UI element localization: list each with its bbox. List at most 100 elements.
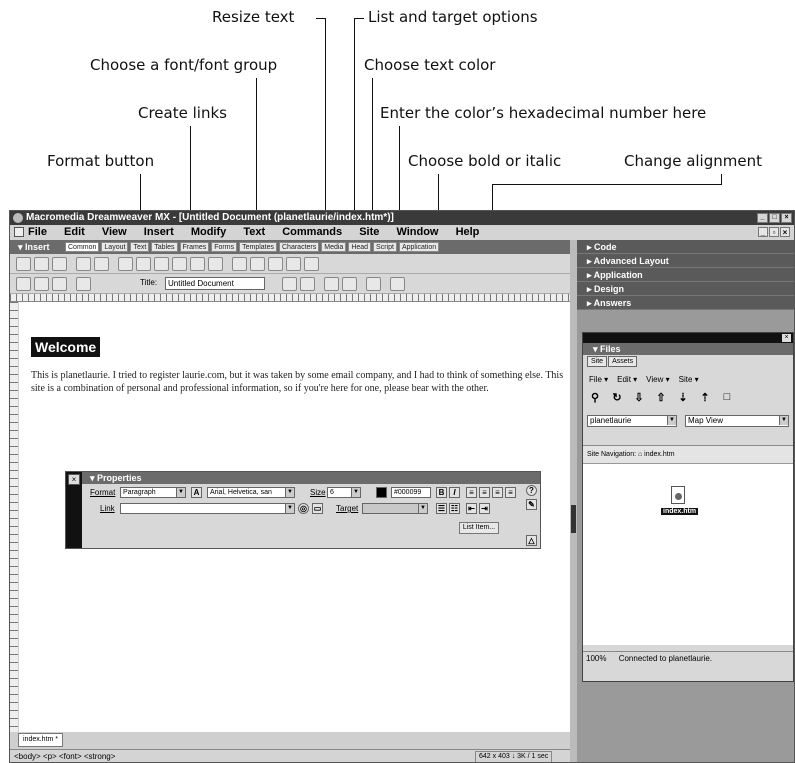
image-placeholder-icon[interactable]: [136, 257, 151, 271]
files-title[interactable]: ▾ Files: [583, 343, 793, 355]
panel-splitter[interactable]: [570, 240, 577, 762]
document-title-input[interactable]: Untitled Document: [165, 277, 265, 290]
menu-commands[interactable]: Commands: [282, 226, 342, 238]
rollover-icon[interactable]: [190, 257, 205, 271]
code-navigation-icon[interactable]: [366, 277, 381, 291]
panel-group-answers[interactable]: ▸ Answers: [577, 296, 794, 310]
properties-title[interactable]: ▾ Properties: [82, 472, 540, 484]
refresh-icon[interactable]: [324, 277, 339, 291]
menu-view[interactable]: View: [102, 226, 127, 238]
tab-frames[interactable]: Frames: [179, 242, 210, 252]
menu-help[interactable]: Help: [456, 226, 480, 238]
comment-icon[interactable]: [286, 257, 301, 271]
welcome-heading[interactable]: Welcome: [31, 337, 101, 357]
tab-site[interactable]: Site: [587, 356, 608, 367]
files-menu-edit[interactable]: Edit ▾: [617, 375, 637, 384]
design-view-icon[interactable]: [52, 277, 67, 291]
tab-assets[interactable]: Assets: [608, 356, 638, 367]
font-select[interactable]: Arial, Helvetica, san ▼: [207, 487, 295, 498]
check-in-icon[interactable]: ⇡: [699, 391, 711, 404]
put-file-icon[interactable]: ⇧: [655, 391, 667, 404]
target-select[interactable]: ▼: [362, 503, 428, 514]
image-icon[interactable]: [118, 257, 133, 271]
css-styles-icon[interactable]: A: [191, 487, 202, 498]
tag-selector[interactable]: <body> <p> <font> <strong>: [14, 752, 115, 761]
tab-tables[interactable]: Tables: [151, 242, 178, 252]
tab-templates[interactable]: Templates: [239, 242, 277, 252]
tab-text[interactable]: Text: [130, 242, 150, 252]
tab-characters[interactable]: Characters: [279, 242, 320, 252]
get-file-icon[interactable]: ⇩: [633, 391, 645, 404]
connect-icon[interactable]: ⚲: [589, 391, 601, 404]
site-navigation-file[interactable]: index.htm: [644, 451, 674, 458]
close-icon[interactable]: ×: [68, 474, 80, 485]
maximize-button[interactable]: □: [769, 213, 780, 223]
quick-tag-editor-icon[interactable]: ✎: [526, 499, 537, 510]
doc-close-button[interactable]: ×: [780, 227, 790, 237]
check-out-icon[interactable]: ⇣: [677, 391, 689, 404]
close-button[interactable]: ×: [781, 213, 792, 223]
window-size-indicator[interactable]: 642 x 403 ↓ 3K / 1 sec: [475, 751, 553, 762]
panel-group-application[interactable]: ▸ Application: [577, 268, 794, 282]
unordered-list-icon[interactable]: ☰: [436, 503, 447, 514]
table-icon[interactable]: [76, 257, 91, 271]
template-icon[interactable]: [304, 257, 319, 271]
file-management-icon[interactable]: [282, 277, 297, 291]
expand-icon[interactable]: □: [721, 391, 733, 404]
split-view-icon[interactable]: [34, 277, 49, 291]
text-outdent-icon[interactable]: ⇤: [466, 503, 477, 514]
link-input[interactable]: ▼: [120, 503, 295, 514]
help-icon[interactable]: ?: [526, 485, 537, 496]
tabular-data-icon[interactable]: [268, 257, 283, 271]
list-item-button[interactable]: List Item...: [459, 522, 499, 534]
text-indent-icon[interactable]: ⇥: [479, 503, 490, 514]
collapse-arrow-icon[interactable]: [571, 505, 576, 533]
html-file-icon[interactable]: [671, 486, 685, 504]
flash-icon[interactable]: [172, 257, 187, 271]
menu-edit[interactable]: Edit: [64, 226, 85, 238]
expand-arrow-icon[interactable]: △: [526, 535, 537, 546]
format-select[interactable]: Paragraph ▼: [120, 487, 186, 498]
fireworks-icon[interactable]: [154, 257, 169, 271]
tab-common[interactable]: Common: [65, 242, 100, 252]
document-tab[interactable]: index.htm *: [18, 733, 64, 747]
tab-script[interactable]: Script: [373, 242, 397, 252]
menu-site[interactable]: Site: [359, 226, 379, 238]
preview-icon[interactable]: [300, 277, 315, 291]
tab-application[interactable]: Application: [398, 242, 440, 252]
point-to-file-icon[interactable]: ◎: [298, 503, 309, 514]
italic-button[interactable]: I: [449, 487, 460, 498]
bold-button[interactable]: B: [436, 487, 447, 498]
align-justify-icon[interactable]: ≡: [505, 487, 516, 498]
tab-media[interactable]: Media: [321, 242, 347, 252]
close-icon[interactable]: ×: [782, 334, 791, 342]
layer-icon[interactable]: [94, 257, 109, 271]
menu-modify[interactable]: Modify: [191, 226, 226, 238]
doc-minimize-button[interactable]: _: [758, 227, 768, 237]
files-menu-file[interactable]: File ▾: [589, 375, 608, 384]
text-color-swatch[interactable]: [376, 487, 387, 498]
site-select[interactable]: planetlaurie ▼: [587, 415, 677, 427]
align-left-icon[interactable]: ≡: [466, 487, 477, 498]
menu-insert[interactable]: Insert: [144, 226, 174, 238]
menu-window[interactable]: Window: [396, 226, 438, 238]
tab-layout[interactable]: Layout: [101, 242, 129, 252]
date-icon[interactable]: [250, 257, 265, 271]
view-options-icon[interactable]: [390, 277, 405, 291]
panel-group-advanced-layout[interactable]: ▸ Advanced Layout: [577, 254, 794, 268]
live-data-icon[interactable]: [76, 277, 91, 291]
ordered-list-icon[interactable]: ☷: [449, 503, 460, 514]
body-paragraph[interactable]: This is planetlaurie. I tried to registe…: [31, 369, 566, 395]
reference-icon[interactable]: [342, 277, 357, 291]
menu-text[interactable]: Text: [243, 226, 265, 238]
align-right-icon[interactable]: ≡: [492, 487, 503, 498]
email-link-icon[interactable]: [34, 257, 49, 271]
refresh-icon[interactable]: ↻: [611, 391, 623, 404]
code-view-icon[interactable]: [16, 277, 31, 291]
tab-forms[interactable]: Forms: [211, 242, 238, 252]
align-center-icon[interactable]: ≡: [479, 487, 490, 498]
doc-restore-button[interactable]: ▫: [769, 227, 779, 237]
navbar-icon[interactable]: [208, 257, 223, 271]
folder-icon[interactable]: ▭: [312, 503, 323, 514]
files-menu-view[interactable]: View ▾: [646, 375, 669, 384]
